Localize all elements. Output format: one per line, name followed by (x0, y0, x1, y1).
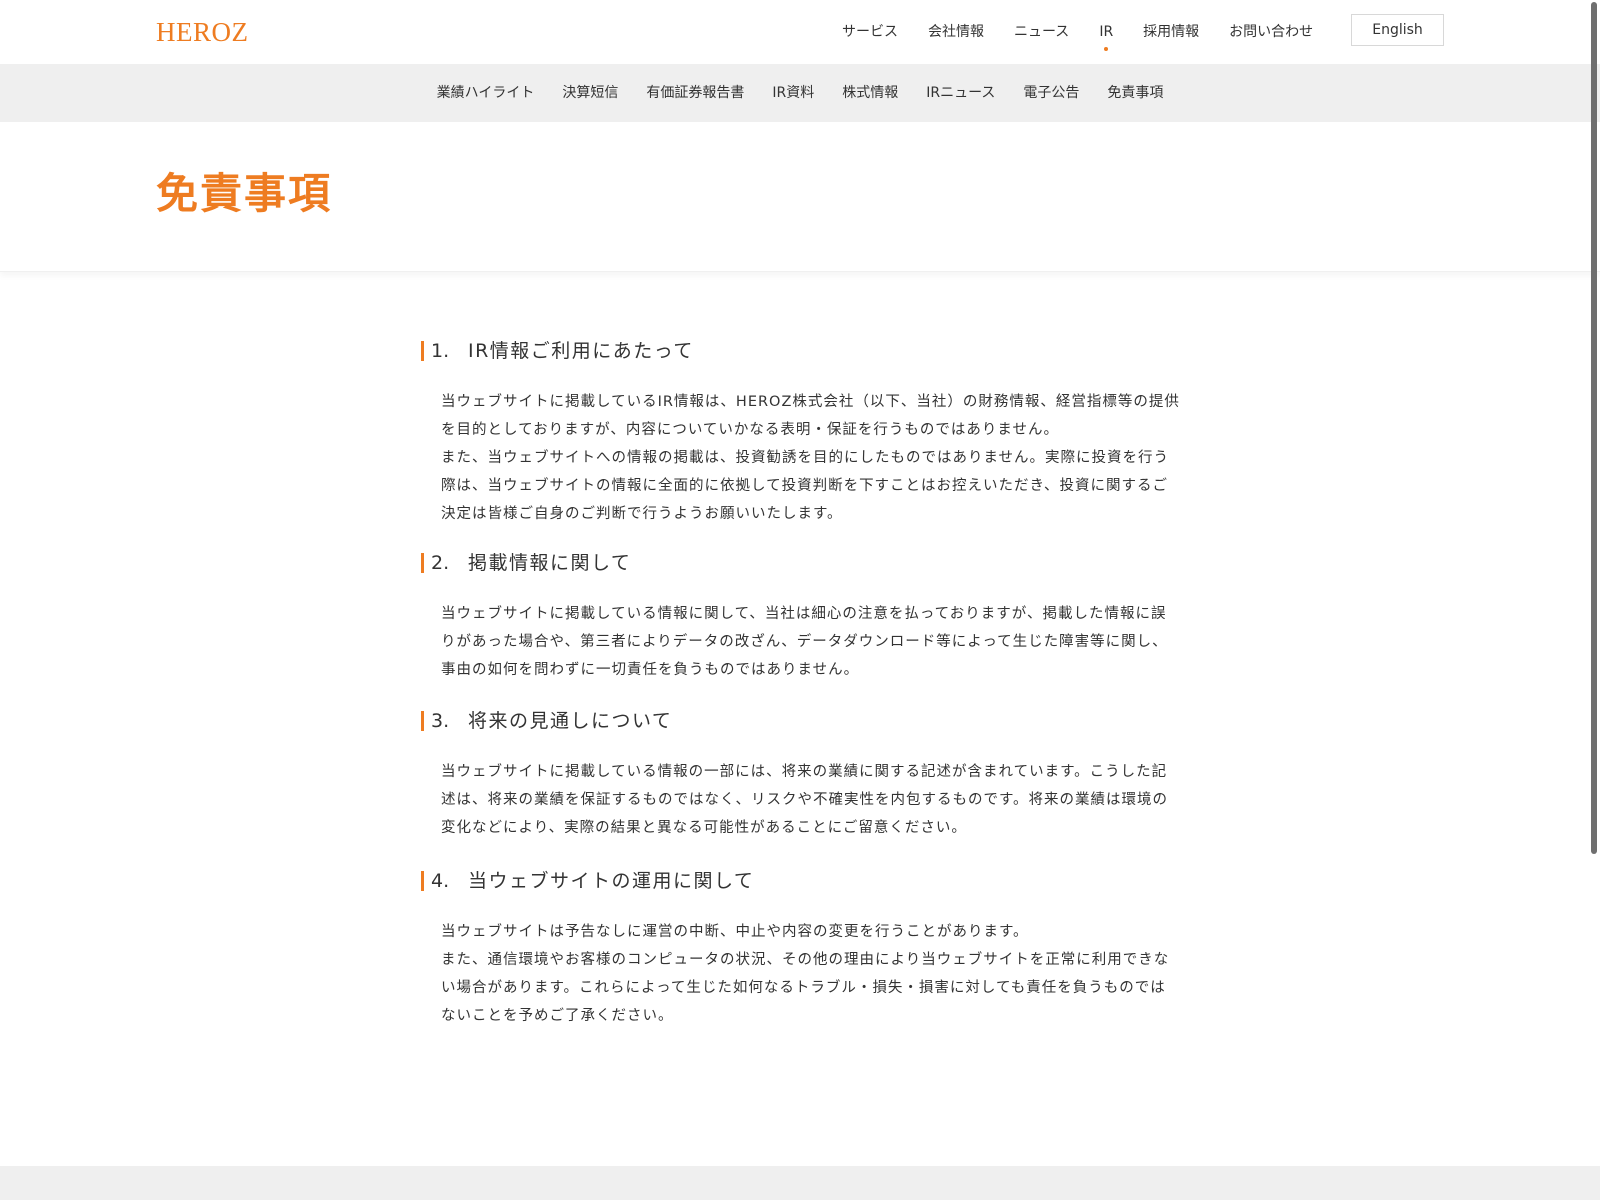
page-scrollbar[interactable] (1588, 0, 1600, 1200)
disclaimer-section-3: 3. 将来の見通しについて 当ウェブサイトに掲載している情報の一部には、将来の業… (421, 708, 1181, 842)
section-title: IR情報ご利用にあたって (468, 340, 694, 362)
scrollbar-thumb[interactable] (1591, 2, 1597, 854)
subnav-item-ir-materials[interactable]: IR資料 (772, 83, 814, 103)
main-nav: サービス 会社情報 ニュース IR 採用情報 お問い合わせ (842, 0, 1343, 64)
subnav-item-stock-info[interactable]: 株式情報 (842, 83, 898, 103)
footer-band (0, 1166, 1600, 1200)
active-indicator-dot (1104, 47, 1109, 51)
section-body: 当ウェブサイトに掲載している情報の一部には、将来の業績に関する記述が含まれていま… (421, 758, 1181, 842)
heading-accent-bar (421, 553, 424, 573)
subnav-item-earnings[interactable]: 決算短信 (562, 83, 618, 103)
main-content: 1. IR情報ご利用にあたって 当ウェブサイトに掲載しているIR情報は、HERO… (0, 272, 1600, 1162)
section-heading: 4. 当ウェブサイトの運用に関して (421, 868, 1181, 894)
nav-item-services[interactable]: サービス (842, 22, 898, 42)
subnav-item-securities-report[interactable]: 有価証券報告書 (646, 83, 744, 103)
subnav-item-highlights[interactable]: 業績ハイライト (437, 83, 535, 103)
site-logo[interactable]: HEROZ (156, 16, 249, 48)
site-header: HEROZ サービス 会社情報 ニュース IR 採用情報 お問い合わせ Engl… (0, 0, 1600, 64)
subnav-item-ir-news[interactable]: IRニュース (926, 83, 995, 103)
section-paragraph: 当ウェブサイトは予告なしに運営の中断、中止や内容の変更を行うことがあります。 (441, 924, 1029, 940)
section-heading: 3. 将来の見通しについて (421, 708, 1181, 734)
section-number: 4. (431, 870, 450, 892)
nav-item-news[interactable]: ニュース (1014, 22, 1069, 42)
section-heading: 1. IR情報ご利用にあたって (421, 338, 1181, 364)
section-paragraph: 当ウェブサイトに掲載している情報に関して、当社は細心の注意を払っておりますが、掲… (441, 606, 1168, 678)
section-heading: 2. 掲載情報に関して (421, 550, 1181, 576)
page-title: 免責事項 (156, 169, 333, 218)
nav-item-ir-label: IR (1099, 24, 1114, 40)
ir-sub-nav: 業績ハイライト 決算短信 有価証券報告書 IR資料 株式情報 IRニュース 電子… (0, 64, 1600, 122)
nav-item-company[interactable]: 会社情報 (928, 22, 984, 42)
section-number: 3. (431, 710, 450, 732)
section-number: 1. (431, 340, 450, 362)
section-paragraph: また、通信環境やお客様のコンピュータの状況、その他の理由により当ウェブサイトを正… (441, 952, 1170, 1024)
disclaimer-section-4: 4. 当ウェブサイトの運用に関して 当ウェブサイトは予告なしに運営の中断、中止や… (421, 868, 1181, 1030)
nav-item-ir[interactable]: IR (1099, 22, 1114, 51)
section-title: 将来の見通しについて (468, 710, 673, 732)
section-paragraph: また、当ウェブサイトへの情報の掲載は、投資勧誘を目的にしたものではありません。実… (441, 450, 1170, 522)
section-body: 当ウェブサイトに掲載しているIR情報は、HEROZ株式会社（以下、当社）の財務情… (421, 388, 1181, 528)
subnav-item-disclaimer[interactable]: 免責事項 (1107, 83, 1163, 103)
heading-accent-bar (421, 711, 424, 731)
disclaimer-section-1: 1. IR情報ご利用にあたって 当ウェブサイトに掲載しているIR情報は、HERO… (421, 338, 1181, 528)
section-title: 当ウェブサイトの運用に関して (468, 870, 755, 892)
page-hero: 免責事項 (0, 122, 1600, 272)
section-title: 掲載情報に関して (468, 552, 632, 574)
section-number: 2. (431, 552, 450, 574)
nav-item-recruit[interactable]: 採用情報 (1143, 22, 1199, 42)
disclaimer-section-2: 2. 掲載情報に関して 当ウェブサイトに掲載している情報に関して、当社は細心の注… (421, 550, 1181, 684)
section-body: 当ウェブサイトに掲載している情報に関して、当社は細心の注意を払っておりますが、掲… (421, 600, 1181, 684)
subnav-item-public-notice[interactable]: 電子公告 (1023, 83, 1079, 103)
heading-accent-bar (421, 341, 424, 361)
section-body: 当ウェブサイトは予告なしに運営の中断、中止や内容の変更を行うことがあります。 ま… (421, 918, 1181, 1030)
english-button[interactable]: English (1351, 14, 1444, 46)
section-paragraph: 当ウェブサイトに掲載している情報の一部には、将来の業績に関する記述が含まれていま… (441, 764, 1169, 836)
nav-item-contact[interactable]: お問い合わせ (1229, 22, 1313, 42)
heading-accent-bar (421, 871, 424, 891)
section-paragraph: 当ウェブサイトに掲載しているIR情報は、HEROZ株式会社（以下、当社）の財務情… (441, 394, 1180, 438)
